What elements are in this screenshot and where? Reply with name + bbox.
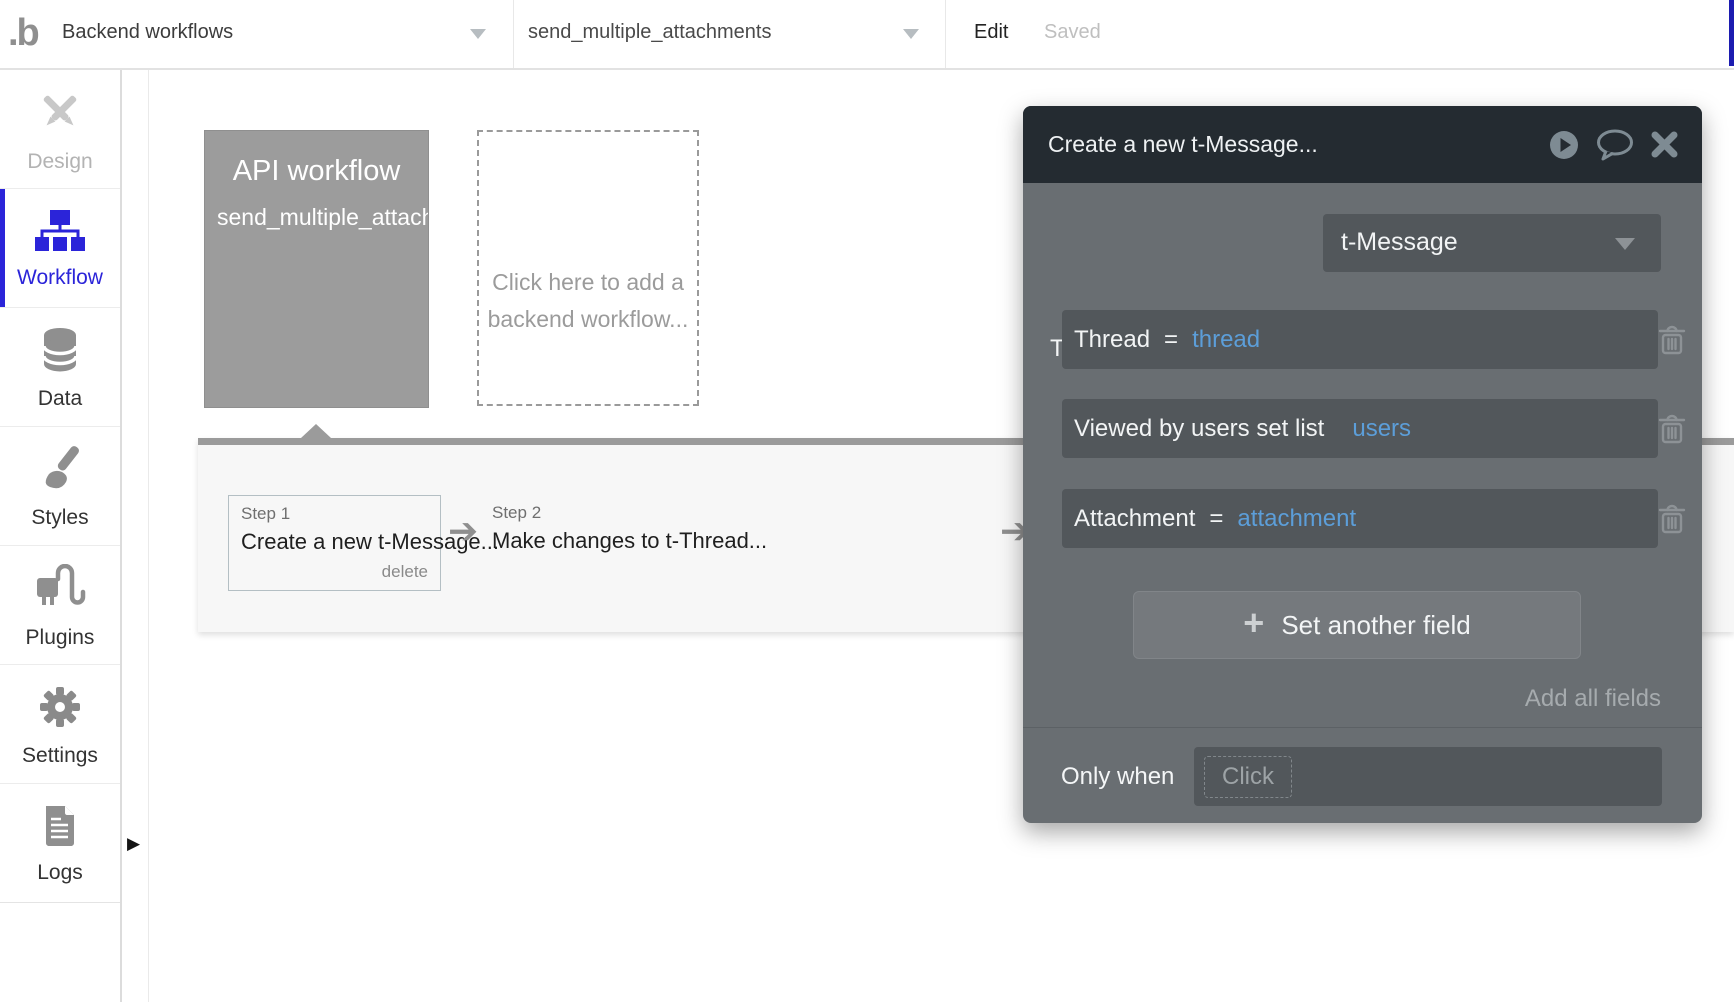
chevron-down-icon — [1615, 238, 1635, 250]
field-operator: = — [1164, 326, 1178, 354]
bubble-logo: .b — [8, 12, 38, 55]
field-name: Viewed by users set list — [1074, 415, 1324, 443]
modal-header[interactable]: Create a new t-Message... — [1023, 106, 1702, 183]
right-edge-accent — [1729, 0, 1734, 66]
sidebar-item-data[interactable]: Data — [0, 308, 120, 427]
sidebar-expand-icon[interactable]: ▶ — [127, 834, 140, 854]
topbar-divider — [945, 0, 946, 68]
sidebar-item-design[interactable]: Design — [0, 70, 120, 189]
step-number-label: Step 1 — [241, 504, 428, 524]
workflow-name-dropdown[interactable]: send_multiple_attachments — [528, 21, 771, 44]
set-another-field-button[interactable]: + Set another field — [1133, 591, 1581, 659]
api-workflow-name: send_multiple_attachm — [205, 204, 428, 231]
comment-bubble-icon[interactable] — [1596, 129, 1634, 161]
plus-icon: + — [1243, 602, 1264, 644]
saved-status-label: Saved — [1044, 21, 1101, 44]
step-number-label: Step 2 — [492, 503, 767, 523]
sidebar-item-label: Settings — [22, 744, 98, 768]
panel-pointer-triangle — [301, 424, 331, 438]
trash-icon[interactable] — [1657, 324, 1687, 356]
field-expression[interactable]: attachment — [1237, 505, 1356, 533]
modal-title: Create a new t-Message... — [1048, 131, 1532, 158]
sidebar-gutter — [122, 70, 149, 1002]
field-operator: = — [1209, 505, 1223, 533]
field-assignment-row[interactable]: Thread = thread — [1062, 310, 1658, 369]
gear-icon — [37, 684, 83, 735]
type-dropdown-value: t-Message — [1341, 228, 1458, 257]
chevron-down-icon[interactable] — [470, 29, 486, 39]
api-workflow-card[interactable]: API workflow send_multiple_attachm — [204, 130, 429, 408]
api-workflow-title: API workflow — [205, 155, 428, 188]
database-icon — [39, 327, 81, 378]
app-section-dropdown[interactable]: Backend workflows — [62, 21, 233, 44]
click-placeholder-chip[interactable]: Click — [1204, 756, 1292, 798]
action-property-editor: Create a new t-Message... Type t-Message… — [1023, 106, 1702, 823]
field-expression[interactable]: thread — [1192, 326, 1260, 354]
sidebar-item-label: Logs — [37, 861, 83, 885]
sidebar-item-label: Styles — [31, 506, 88, 530]
step-title: Make changes to t-Thread... — [492, 528, 767, 554]
only-when-condition-input[interactable]: Click — [1194, 747, 1662, 806]
sidebar-item-styles[interactable]: Styles — [0, 427, 120, 546]
sidebar-item-label: Design — [27, 150, 92, 174]
sidebar-item-settings[interactable]: Settings — [0, 665, 120, 784]
field-expression[interactable]: users — [1352, 415, 1411, 443]
set-another-field-label: Set another field — [1281, 610, 1470, 641]
sidebar-item-logs[interactable]: Logs — [0, 784, 120, 903]
plug-icon — [33, 564, 87, 617]
topbar-divider — [513, 0, 514, 68]
modal-divider — [1023, 727, 1702, 728]
sidebar-item-workflow[interactable]: Workflow — [0, 189, 120, 308]
trash-icon[interactable] — [1657, 413, 1687, 445]
type-dropdown[interactable]: t-Message — [1323, 214, 1661, 272]
trash-icon[interactable] — [1657, 503, 1687, 535]
field-assignment-row[interactable]: Viewed by users set list users — [1062, 399, 1658, 458]
close-icon[interactable] — [1651, 131, 1678, 158]
field-name: Attachment — [1074, 505, 1195, 533]
add-backend-workflow-card[interactable]: Click here to add a backend workflow... — [477, 130, 699, 406]
step-arrow-icon: ➔ — [448, 510, 478, 552]
step-delete-link[interactable]: delete — [241, 562, 428, 582]
document-icon — [42, 805, 78, 852]
run-play-icon[interactable] — [1549, 130, 1579, 160]
sidebar-item-label: Workflow — [17, 266, 103, 290]
add-backend-workflow-label: Click here to add a backend workflow... — [482, 264, 694, 338]
sidebar-item-label: Data — [38, 387, 82, 411]
only-when-label: Only when — [1061, 763, 1174, 791]
top-bar: .b Backend workflows send_multiple_attac… — [0, 0, 1734, 70]
edit-mode-tab[interactable]: Edit — [974, 21, 1008, 44]
design-tools-icon — [36, 88, 84, 141]
sidebar-item-plugins[interactable]: Plugins — [0, 546, 120, 665]
step-2-card[interactable]: Step 2 Make changes to t-Thread... — [492, 503, 767, 554]
step-title: Create a new t-Message... — [241, 529, 428, 555]
step-1-card[interactable]: Step 1 Create a new t-Message... delete — [228, 495, 441, 591]
sidebar: Design Workflow Data — [0, 70, 122, 1002]
paintbrush-icon — [37, 446, 83, 497]
field-name: Thread — [1074, 326, 1150, 354]
add-all-fields-link[interactable]: Add all fields — [1525, 685, 1661, 713]
chevron-down-icon[interactable] — [903, 29, 919, 39]
sidebar-item-label: Plugins — [26, 626, 95, 650]
field-assignment-row[interactable]: Attachment = attachment — [1062, 489, 1658, 548]
workflow-sitemap-icon — [34, 210, 86, 257]
